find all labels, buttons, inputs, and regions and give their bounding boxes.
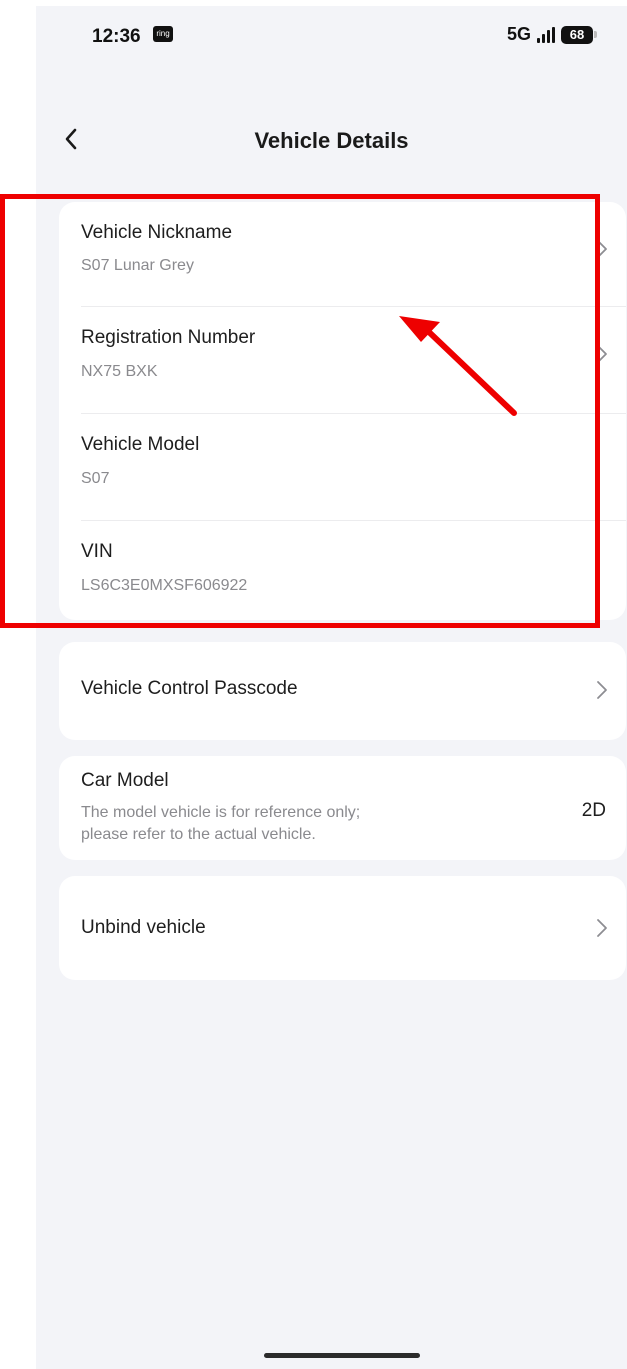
vehicle-nickname-label: Vehicle Nickname bbox=[81, 222, 233, 243]
vehicle-model-label: Vehicle Model bbox=[81, 434, 200, 455]
registration-number-value: NX75 BXK bbox=[81, 363, 158, 380]
registration-number-label: Registration Number bbox=[81, 327, 256, 348]
battery-level: 68 bbox=[561, 25, 593, 44]
car-model-description-line2: please refer to the actual vehicle. bbox=[81, 826, 316, 843]
phone-screen: 12:36 ring 5G 68 Vehicle Details Vehicle… bbox=[36, 6, 627, 1369]
unbind-vehicle-row[interactable]: Unbind vehicle bbox=[81, 876, 626, 980]
car-model-card[interactable]: Car Model The model vehicle is for refer… bbox=[59, 756, 626, 860]
vehicle-control-passcode-label: Vehicle Control Passcode bbox=[81, 678, 298, 699]
chevron-right-icon bbox=[597, 240, 607, 258]
home-indicator bbox=[264, 1353, 420, 1358]
vin-value: LS6C3E0MXSF606922 bbox=[81, 577, 248, 594]
signal-icon bbox=[537, 26, 555, 43]
unbind-vehicle-label: Unbind vehicle bbox=[81, 917, 206, 938]
car-model-label: Car Model bbox=[81, 770, 169, 791]
page-title: Vehicle Details bbox=[254, 128, 409, 153]
chevron-right-icon bbox=[597, 681, 607, 699]
ring-app-icon: ring bbox=[153, 26, 173, 42]
network-type: 5G bbox=[506, 24, 531, 44]
vehicle-control-passcode-row[interactable]: Vehicle Control Passcode bbox=[81, 642, 626, 740]
vehicle-info-card: Vehicle Nickname S07 Lunar Grey Registra… bbox=[59, 202, 626, 620]
battery-icon: 68 bbox=[561, 25, 597, 44]
vehicle-nickname-value: S07 Lunar Grey bbox=[81, 257, 194, 274]
chevron-right-icon bbox=[597, 919, 607, 937]
vehicle-control-passcode-card[interactable]: Vehicle Control Passcode bbox=[59, 642, 626, 740]
unbind-vehicle-card[interactable]: Unbind vehicle bbox=[59, 876, 626, 980]
car-model-description-line1: The model vehicle is for reference only; bbox=[81, 804, 361, 821]
registration-number-row[interactable]: Registration Number NX75 BXK bbox=[81, 307, 626, 413]
status-right: 5G 68 bbox=[507, 24, 597, 45]
chevron-right-icon bbox=[597, 345, 607, 363]
car-model-value: 2D bbox=[581, 800, 606, 821]
status-time: 12:36 bbox=[92, 26, 141, 47]
vehicle-model-row: Vehicle Model S07 bbox=[81, 414, 626, 520]
vehicle-model-value: S07 bbox=[81, 470, 110, 487]
vehicle-nickname-row[interactable]: Vehicle Nickname S07 Lunar Grey bbox=[81, 202, 626, 306]
vin-label: VIN bbox=[81, 541, 113, 562]
car-model-row[interactable]: Car Model The model vehicle is for refer… bbox=[81, 756, 626, 860]
vin-row: VIN LS6C3E0MXSF606922 bbox=[81, 521, 626, 620]
